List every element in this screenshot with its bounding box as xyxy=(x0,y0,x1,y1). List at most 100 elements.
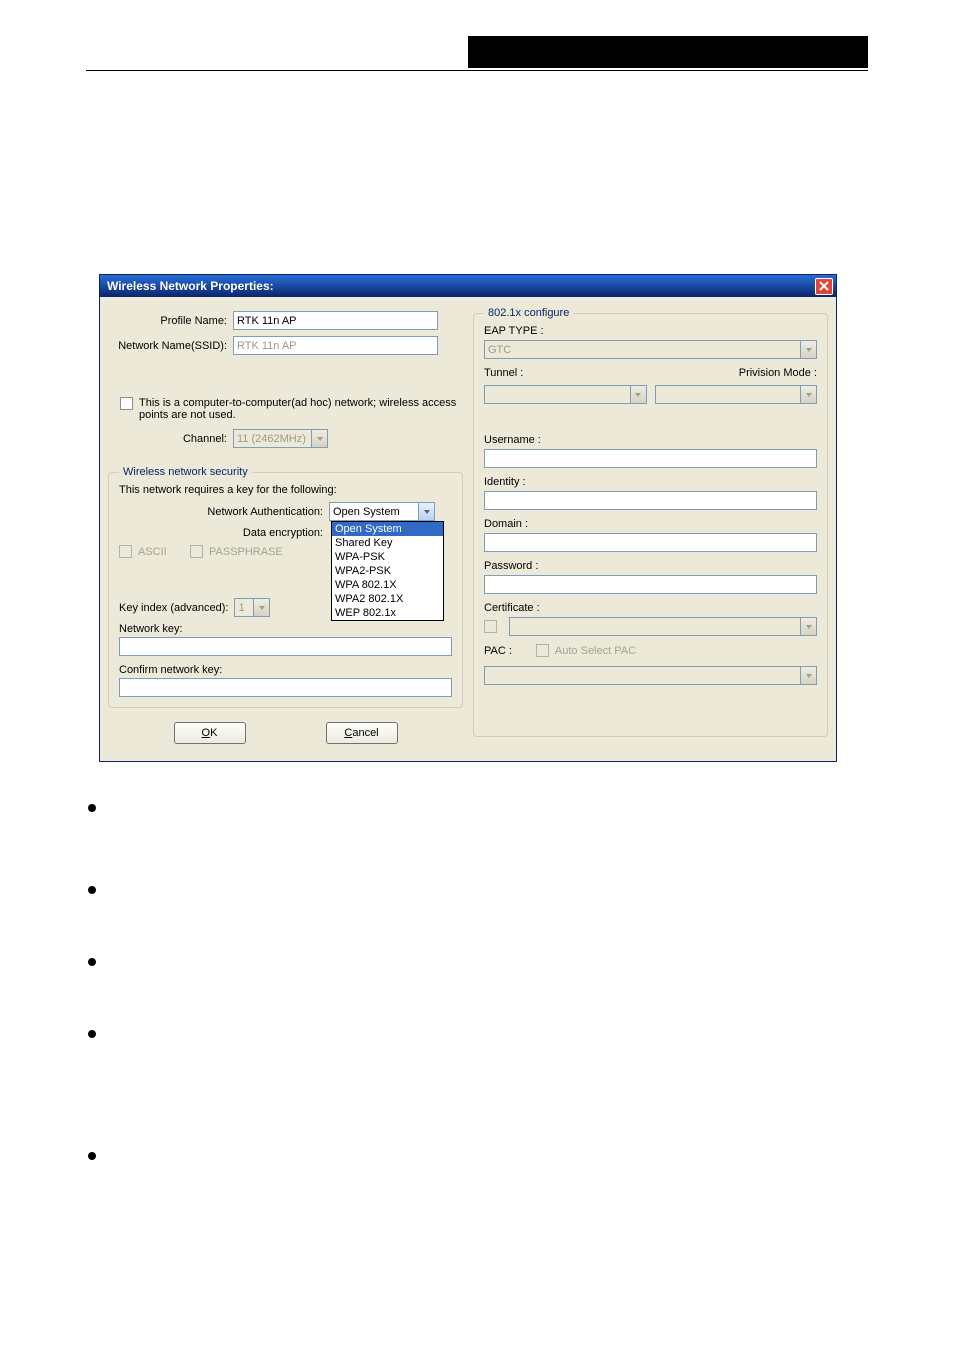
auth-option[interactable]: WPA-PSK xyxy=(332,550,443,564)
chevron-down-icon xyxy=(311,430,327,447)
label-auto-select-pac: Auto Select PAC xyxy=(555,645,636,657)
left-column: Profile Name: Network Name(SSID): This i… xyxy=(108,307,463,747)
label-username: Username : xyxy=(484,434,817,446)
input-ssid xyxy=(233,336,438,355)
checkbox-adhoc[interactable] xyxy=(120,397,133,410)
label-domain: Domain : xyxy=(484,518,817,530)
label-confirmkey: Confirm network key: xyxy=(119,664,452,676)
select-keyindex: 1 xyxy=(234,598,270,617)
dialog-title: Wireless Network Properties: xyxy=(103,279,274,293)
bullets-area xyxy=(88,800,858,1160)
legend-wireless-security: Wireless network security xyxy=(119,466,252,478)
chevron-down-icon xyxy=(800,341,816,358)
auth-option[interactable]: WPA2 802.1X xyxy=(332,592,443,606)
checkbox-passphrase xyxy=(190,545,203,558)
bullet xyxy=(88,800,858,812)
right-column: 802.1x configure EAP TYPE : GTC Tunnel :… xyxy=(473,307,828,747)
auth-option[interactable]: Open System xyxy=(332,522,443,536)
row-pac: PAC : Auto Select PAC xyxy=(484,644,817,657)
input-identity xyxy=(484,491,817,510)
select-channel-value: 11 (2462MHz) xyxy=(237,433,306,445)
header-black-band xyxy=(468,36,868,68)
label-passphrase: PASSPHRASE xyxy=(209,546,283,558)
select-tunnel xyxy=(484,385,647,404)
checkbox-ascii xyxy=(119,545,132,558)
label-certificate: Certificate : xyxy=(484,602,817,614)
input-password xyxy=(484,575,817,594)
cancel-button[interactable]: Cancel xyxy=(326,722,398,744)
chevron-down-icon xyxy=(253,599,269,616)
select-eap-type: GTC xyxy=(484,340,817,359)
bullet-dot xyxy=(88,1030,96,1038)
chevron-down-icon xyxy=(630,386,646,403)
row-channel: Channel: 11 (2462MHz) xyxy=(108,429,463,448)
label-channel: Channel: xyxy=(108,433,233,445)
ok-button[interactable]: OK xyxy=(174,722,246,744)
auth-option[interactable]: WPA2-PSK xyxy=(332,564,443,578)
select-privision xyxy=(655,385,818,404)
cancel-underline: C xyxy=(344,727,352,739)
bullet-dot xyxy=(88,886,96,894)
dialog-wireless-network-properties: Wireless Network Properties: Profile Nam… xyxy=(99,274,837,762)
label-adhoc: This is a computer-to-computer(ad hoc) n… xyxy=(139,397,459,421)
chevron-down-icon xyxy=(800,386,816,403)
row-ssid: Network Name(SSID): xyxy=(108,336,463,355)
label-encryption: Data encryption: xyxy=(119,527,329,539)
auth-dropdown-list[interactable]: Open System Shared Key WPA-PSK WPA2-PSK … xyxy=(331,521,444,621)
fieldset-8021x: 802.1x configure EAP TYPE : GTC Tunnel :… xyxy=(473,307,828,737)
auth-option[interactable]: Shared Key xyxy=(332,536,443,550)
label-tunnel: Tunnel : xyxy=(484,367,523,379)
label-netkey: Network key: xyxy=(119,623,452,635)
eap-type-value: GTC xyxy=(488,344,511,356)
row-tunnel-privision: Tunnel : Privision Mode : xyxy=(484,367,817,379)
close-icon xyxy=(819,281,829,291)
input-profile-name[interactable] xyxy=(233,311,438,330)
text-security-desc: This network requires a key for the foll… xyxy=(119,484,452,496)
checkbox-auto-select-pac xyxy=(536,644,549,657)
row-profile-name: Profile Name: xyxy=(108,311,463,330)
input-confirm-network-key xyxy=(119,678,452,697)
row-adhoc: This is a computer-to-computer(ad hoc) n… xyxy=(120,397,463,421)
label-ascii: ASCII xyxy=(138,546,190,558)
select-auth[interactable]: Open System xyxy=(329,502,435,521)
auth-option[interactable]: WEP 802.1x xyxy=(332,606,443,620)
fieldset-wireless-security: Wireless network security This network r… xyxy=(108,466,463,708)
select-certificate xyxy=(509,617,817,636)
select-pac xyxy=(484,666,817,685)
label-privision: Privision Mode : xyxy=(739,367,817,379)
ok-underline: O xyxy=(202,727,211,739)
bullet-dot xyxy=(88,804,96,812)
header-rule xyxy=(86,70,868,71)
chevron-down-icon xyxy=(800,667,816,684)
bullet-dot xyxy=(88,958,96,966)
label-keyindex: Key index (advanced): xyxy=(119,602,234,614)
input-username xyxy=(484,449,817,468)
label-identity: Identity : xyxy=(484,476,817,488)
checkbox-certificate xyxy=(484,620,497,633)
select-channel: 11 (2462MHz) xyxy=(233,429,328,448)
input-domain xyxy=(484,533,817,552)
bullet xyxy=(88,882,858,894)
bullet-dot xyxy=(88,1152,96,1160)
row-auth: Network Authentication: Open System xyxy=(119,502,452,521)
keyindex-value: 1 xyxy=(238,602,244,614)
row-certificate xyxy=(484,617,817,636)
bullet xyxy=(88,1148,858,1160)
dialog-body: Profile Name: Network Name(SSID): This i… xyxy=(100,297,836,761)
input-network-key xyxy=(119,637,452,656)
bullet xyxy=(88,1026,858,1038)
legend-8021x: 802.1x configure xyxy=(484,307,573,319)
label-ssid: Network Name(SSID): xyxy=(108,340,233,352)
bullet xyxy=(88,954,858,966)
titlebar: Wireless Network Properties: xyxy=(100,275,836,297)
button-row: OK Cancel xyxy=(108,722,463,744)
label-eap-type: EAP TYPE : xyxy=(484,325,817,337)
select-auth-value: Open System xyxy=(333,506,400,518)
label-pac: PAC : xyxy=(484,645,536,657)
label-auth: Network Authentication: xyxy=(119,506,329,518)
label-profile-name: Profile Name: xyxy=(108,315,233,327)
auth-option[interactable]: WPA 802.1X xyxy=(332,578,443,592)
close-button[interactable] xyxy=(815,278,833,295)
label-password: Password : xyxy=(484,560,817,572)
chevron-down-icon xyxy=(418,503,434,520)
